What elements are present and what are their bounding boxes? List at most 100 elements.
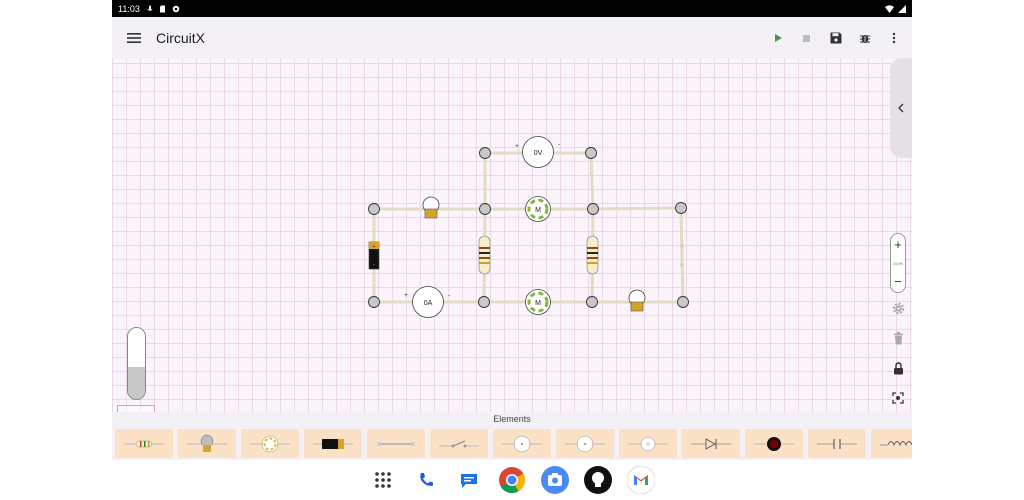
bulb-app[interactable] [584, 466, 612, 494]
zoom-level: 100% [892, 260, 904, 266]
camera-app[interactable] [541, 466, 569, 494]
element-motor[interactable] [241, 429, 299, 458]
menu-icon [127, 33, 141, 43]
element-lamp[interactable] [178, 429, 236, 458]
lock-button[interactable] [890, 360, 906, 376]
gmail-app[interactable] [627, 466, 655, 494]
element-wire[interactable] [367, 429, 425, 458]
element-battery[interactable] [304, 429, 362, 458]
ammeter-minus-label: - [448, 293, 450, 299]
element-capacitor[interactable] [808, 429, 866, 458]
bug-icon [859, 35, 870, 43]
ammeter-icon [565, 435, 605, 452]
wifi-icon [885, 4, 894, 13]
battery-icon [313, 438, 353, 449]
motor-label: M [535, 300, 541, 307]
battery[interactable]: + - [368, 241, 380, 270]
capacitor-icon [817, 438, 857, 449]
navigation-bar [112, 460, 912, 500]
motor[interactable]: M [525, 196, 551, 222]
element-switch[interactable] [430, 429, 488, 458]
lock-icon [893, 361, 903, 374]
camera-icon [541, 466, 569, 494]
brightness-slider[interactable] [127, 327, 146, 400]
menu-button[interactable] [112, 17, 156, 59]
chevron-left-icon [898, 103, 904, 113]
status-time: 11:03 [118, 3, 140, 14]
lamp[interactable] [628, 289, 646, 312]
delete-button[interactable] [890, 330, 906, 346]
chrome-app[interactable] [498, 466, 526, 494]
led-icon [754, 436, 794, 451]
switch-icon [439, 439, 479, 447]
stop-button[interactable] [792, 23, 821, 53]
voltmeter-plus-label: + [515, 144, 519, 150]
side-drawer-toggle[interactable] [890, 58, 912, 158]
motor-icon [250, 435, 290, 452]
more-vert-icon [892, 32, 895, 44]
circuit-canvas[interactable]: + - 0V + - 0A + - M M [112, 59, 912, 467]
element-resistor[interactable] [115, 429, 173, 458]
galvanometer-icon [628, 436, 668, 451]
wire-icon [377, 441, 415, 446]
element-diode[interactable] [682, 429, 740, 458]
device-screen: 11:03 CircuitX + - 0V + - 0A + - M M + 1… [112, 0, 912, 500]
mic-status-icon [147, 5, 153, 11]
chrome-icon [499, 467, 526, 494]
zoom-in-button[interactable]: + [894, 237, 902, 252]
zoom-control: + 100% − [890, 233, 906, 293]
more-options-button[interactable] [879, 23, 908, 53]
fit-screen-button[interactable] [890, 390, 906, 406]
status-bar: 11:03 [112, 0, 912, 17]
phone-icon [412, 466, 440, 494]
nodes[interactable] [368, 147, 689, 308]
play-icon [774, 34, 782, 42]
save-icon [830, 32, 841, 44]
settings-button[interactable] [890, 300, 906, 316]
elements-panel: Elements [112, 412, 912, 460]
ammeter-plus-label: + [404, 293, 408, 299]
element-voltmeter[interactable] [493, 429, 551, 458]
messages-app[interactable] [455, 466, 483, 494]
trash-icon [893, 331, 903, 344]
circuit-diagram[interactable]: + - 0V + - 0A + - M M [112, 59, 912, 412]
element-led[interactable] [745, 429, 803, 458]
voltmeter-minus-label: - [558, 142, 560, 148]
inductor-icon [880, 440, 912, 446]
diode-icon [691, 437, 731, 450]
lamp[interactable] [422, 196, 440, 219]
resistor[interactable] [478, 235, 491, 275]
zoom-out-button[interactable]: − [894, 274, 902, 289]
slider-fill [128, 367, 145, 399]
motor[interactable]: M [525, 289, 551, 315]
sd-card-status-icon [159, 5, 165, 12]
app-drawer-button[interactable] [369, 466, 397, 494]
wires [372, 151, 685, 304]
elements-title: Elements [493, 414, 531, 424]
phone-app[interactable] [412, 466, 440, 494]
apps-grid-icon [375, 472, 391, 488]
battery-plus-label: + [373, 244, 376, 250]
focus-frame-icon [892, 392, 904, 404]
voltmeter-icon [502, 435, 542, 452]
app-title: CircuitX [156, 30, 206, 46]
element-inductor[interactable] [871, 429, 912, 458]
debug-button[interactable] [850, 23, 879, 53]
gear-icon [892, 302, 904, 314]
lamp-icon [187, 434, 227, 452]
app-bar: CircuitX [112, 17, 912, 59]
resistor-icon [124, 440, 164, 447]
ammeter-reading: 0A [424, 300, 433, 307]
motor-label: M [535, 207, 541, 214]
save-button[interactable] [821, 23, 850, 53]
resistor[interactable] [586, 235, 599, 275]
sync-status-icon [172, 5, 180, 12]
element-ammeter[interactable] [556, 429, 614, 458]
signal-icon [898, 4, 906, 13]
bulb-app-icon [584, 466, 612, 494]
element-galvanometer[interactable] [619, 429, 677, 458]
gmail-icon [627, 466, 655, 494]
run-button[interactable] [763, 23, 792, 53]
stop-icon [803, 34, 810, 42]
messages-icon [455, 466, 483, 494]
